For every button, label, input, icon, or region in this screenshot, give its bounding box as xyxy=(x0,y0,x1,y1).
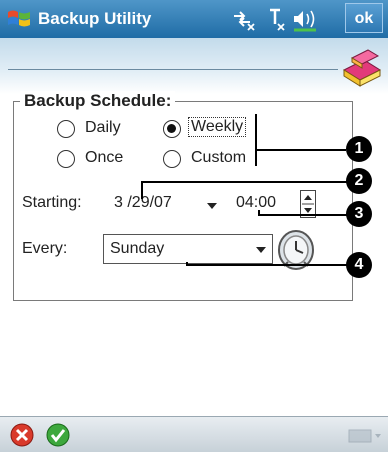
status-icons xyxy=(232,6,342,37)
date-dropdown-icon[interactable] xyxy=(207,203,217,209)
callout-2-line xyxy=(141,181,348,183)
radio-weekly-label[interactable]: Weekly xyxy=(188,117,247,137)
title-bar: Backup Utility ok xyxy=(0,0,388,38)
accept-icon[interactable] xyxy=(46,423,70,452)
starting-label: Starting: xyxy=(22,194,82,211)
header-divider xyxy=(8,69,338,70)
radio-once[interactable] xyxy=(57,150,75,168)
windows-flag-icon[interactable] xyxy=(6,7,32,36)
connectivity-icon xyxy=(234,11,255,31)
callout-4-line xyxy=(186,264,348,266)
keyboard-icon[interactable] xyxy=(348,429,382,448)
cancel-icon[interactable] xyxy=(10,423,34,452)
radio-custom[interactable] xyxy=(163,150,181,168)
app-title: Backup Utility xyxy=(38,9,152,28)
volume-icon xyxy=(294,10,316,32)
clock-icon[interactable] xyxy=(276,226,316,277)
every-day-value: Sunday xyxy=(110,240,165,257)
header-band xyxy=(0,38,388,94)
start-time-field[interactable]: 04:00 xyxy=(236,194,276,212)
callout-marker-1: 1 xyxy=(346,136,372,162)
backup-schedule-label: Backup Schedule: xyxy=(20,91,176,111)
radio-daily-label[interactable]: Daily xyxy=(85,119,121,137)
radio-custom-label[interactable]: Custom xyxy=(191,149,246,167)
every-day-select[interactable]: Sunday xyxy=(103,234,273,264)
callout-2-vline xyxy=(141,181,143,199)
callout-1-bracket xyxy=(255,114,257,166)
backup-books-icon xyxy=(338,40,384,95)
radio-weekly[interactable] xyxy=(163,120,181,138)
callout-3-line xyxy=(258,214,348,216)
every-label: Every: xyxy=(22,240,68,257)
signal-icon xyxy=(270,8,285,31)
callout-1-line xyxy=(256,149,346,151)
ok-button[interactable]: ok xyxy=(345,3,383,33)
callout-marker-3: 3 xyxy=(346,201,372,227)
callout-marker-2: 2 xyxy=(346,168,372,194)
callout-marker-4: 4 xyxy=(346,252,372,278)
radio-once-label[interactable]: Once xyxy=(85,149,123,167)
radio-daily[interactable] xyxy=(57,120,75,138)
every-dropdown-icon[interactable] xyxy=(256,247,266,253)
bottom-toolbar xyxy=(0,416,388,452)
